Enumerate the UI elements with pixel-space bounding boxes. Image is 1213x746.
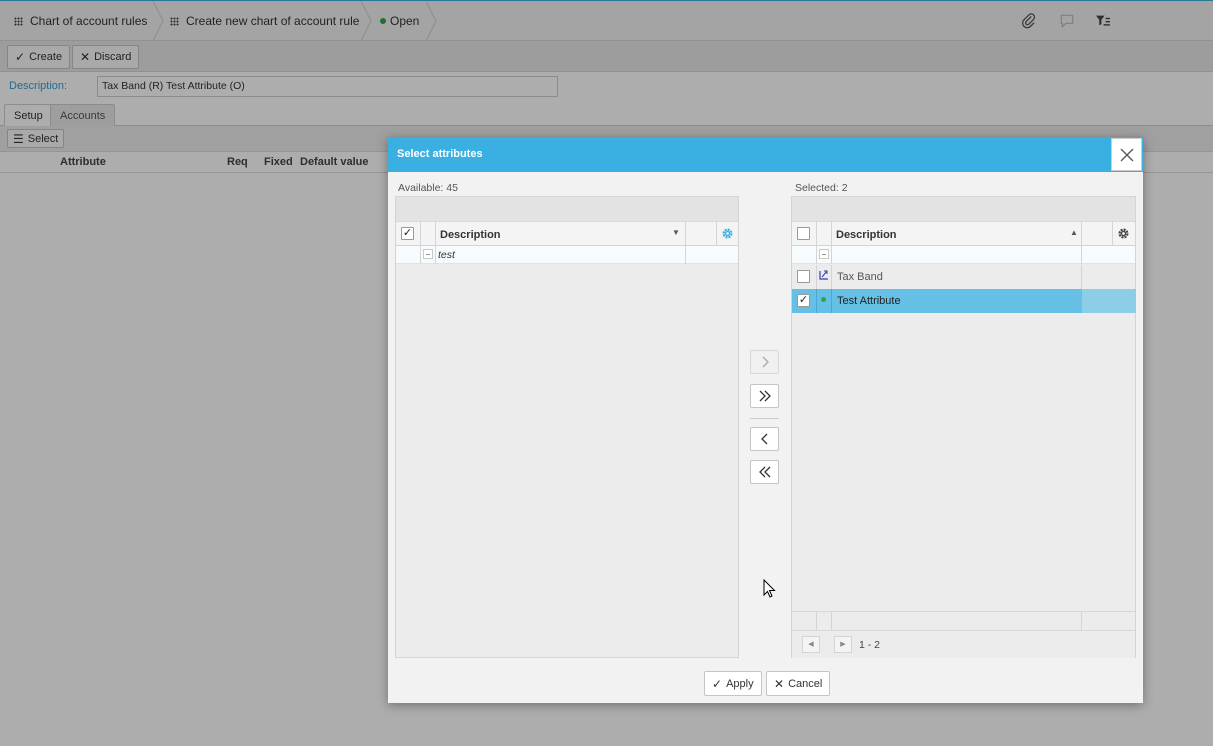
available-grid-header: ✓ Description ▼ [396, 222, 738, 246]
move-all-right-button[interactable] [750, 384, 779, 408]
cancel-button[interactable]: ✕ Cancel [766, 671, 831, 696]
filter-row: test [396, 246, 738, 264]
description-column-header[interactable]: Description [836, 229, 897, 241]
footer-row [792, 611, 1135, 630]
column-divider [831, 612, 832, 630]
column-divider [685, 246, 686, 264]
settings-gear-icon[interactable] [721, 227, 734, 240]
dialog-close-button[interactable] [1111, 138, 1142, 171]
chevron-right-icon [762, 356, 769, 368]
column-divider [816, 222, 817, 246]
apply-button[interactable]: ✓ Apply [704, 671, 762, 696]
column-divider [816, 265, 817, 289]
available-count: Available: 45 [398, 182, 458, 194]
green-dot-icon [821, 297, 826, 302]
close-icon: ✕ [774, 676, 785, 691]
transfer-divider [750, 418, 779, 419]
close-icon [1120, 148, 1133, 161]
column-divider [831, 265, 832, 289]
available-grid: ✓ Description ▼ test [395, 196, 739, 658]
pager: ◀ ▶ 1 - 2 [792, 630, 1135, 658]
selected-count: Selected: 2 [795, 182, 848, 194]
column-divider [816, 289, 817, 313]
column-divider [1081, 612, 1082, 630]
column-divider [435, 246, 436, 264]
group-area [396, 197, 738, 222]
description-column-header[interactable]: Description [440, 229, 501, 241]
column-divider [816, 612, 817, 630]
sort-dropdown-icon[interactable]: ▼ [672, 228, 680, 237]
selected-grid-header: Description ▲ [792, 222, 1135, 246]
cancel-button-label: Cancel [788, 677, 823, 690]
filter-operator-icon[interactable] [423, 249, 433, 259]
chevron-left-icon [760, 433, 767, 445]
column-divider [1081, 222, 1082, 246]
table-row-selected[interactable]: ✓ Test Attribute [792, 289, 1136, 313]
next-page-button[interactable]: ▶ [834, 636, 852, 653]
required-icon [819, 270, 828, 280]
move-all-left-button[interactable] [750, 460, 779, 484]
select-all-checkbox[interactable] [797, 227, 810, 240]
move-right-button[interactable] [750, 350, 779, 374]
filter-row [792, 246, 1135, 264]
column-divider [831, 289, 832, 313]
move-left-button[interactable] [750, 427, 779, 451]
apply-button-label: Apply [726, 677, 754, 690]
row-checkbox-checked[interactable]: ✓ [797, 294, 810, 307]
column-divider [831, 246, 832, 264]
row-description: Tax Band [837, 271, 883, 283]
column-divider [685, 222, 686, 246]
mouse-cursor-icon [763, 579, 776, 598]
select-attributes-dialog: Select attributes Available: 45 Selected… [388, 137, 1143, 703]
row-extra-cell [1082, 289, 1136, 313]
group-area [792, 197, 1135, 222]
double-chevron-right-icon [759, 390, 771, 402]
dialog-header: Select attributes [388, 137, 1143, 172]
settings-gear-icon[interactable] [1117, 227, 1130, 240]
column-divider [420, 222, 421, 246]
prev-page-button[interactable]: ◀ [802, 636, 820, 653]
row-checkbox[interactable] [797, 270, 810, 283]
dialog-title: Select attributes [397, 148, 483, 160]
description-filter-input[interactable]: test [438, 249, 455, 261]
column-divider [831, 222, 832, 246]
sort-ascending-icon[interactable]: ▲ [1070, 228, 1078, 237]
column-divider [1081, 265, 1082, 289]
table-row[interactable]: Tax Band [792, 265, 1135, 289]
column-divider [1081, 246, 1082, 264]
column-divider [435, 222, 436, 246]
check-icon: ✓ [712, 676, 723, 691]
filter-operator-icon[interactable] [819, 249, 829, 259]
column-divider [716, 222, 717, 246]
pager-range: 1 - 2 [859, 639, 881, 651]
column-divider [816, 246, 817, 264]
column-divider [420, 246, 421, 264]
row-description: Test Attribute [837, 295, 901, 307]
select-all-checkbox[interactable]: ✓ [401, 227, 414, 240]
selected-grid: Description ▲ Tax Band ✓ Test Attribute [791, 196, 1136, 658]
double-chevron-left-icon [758, 466, 770, 478]
column-divider [1112, 222, 1113, 246]
